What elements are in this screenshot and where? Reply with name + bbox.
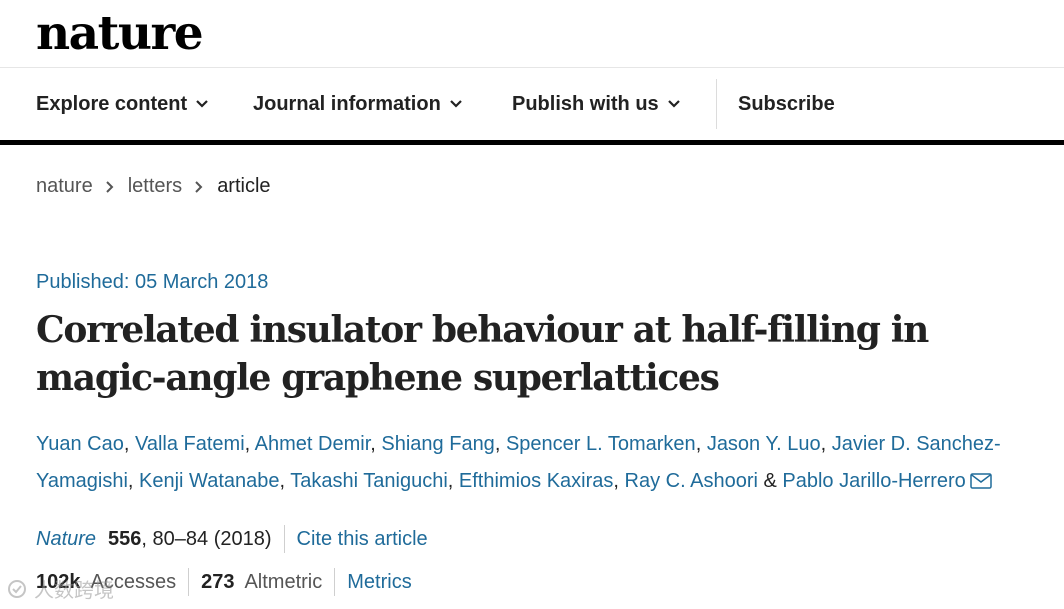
metrics-link[interactable]: Metrics [347, 571, 411, 594]
pages-year: , 80–84 (2018) [141, 527, 272, 550]
email-icon[interactable] [970, 473, 992, 489]
nav-divider [716, 79, 717, 129]
author-separator: & [757, 470, 783, 492]
cite-article-link[interactable]: Cite this article [297, 528, 428, 551]
breadcrumb-letters[interactable]: letters [128, 175, 182, 198]
divider [188, 568, 190, 596]
author-separator: , [370, 433, 382, 455]
author-separator: , [279, 470, 291, 492]
author-separator: , [494, 433, 506, 455]
citation-row: Nature 556 , 80–84 (2018) Cite this arti… [36, 524, 428, 554]
author-link[interactable]: Ray C. Ashoori [625, 470, 758, 492]
author-link[interactable]: Takashi Taniguchi [290, 470, 448, 492]
journal-name[interactable]: Nature [36, 528, 96, 551]
chevron-right-icon [195, 180, 203, 193]
chevron-down-icon [667, 100, 680, 108]
author-link[interactable]: Kenji Watanabe [139, 470, 279, 492]
subscribe-link[interactable]: Subscribe [738, 92, 835, 116]
accesses-label: Accesses [90, 570, 177, 593]
nav-explore-content-label: Explore content [36, 93, 188, 115]
author-link[interactable]: Efthimios Kaxiras [459, 470, 614, 492]
author-link[interactable]: Valla Fatemi [135, 433, 245, 455]
author-separator: , [127, 470, 140, 492]
author-link[interactable]: Shiang Fang [381, 433, 494, 455]
nav-explore-content[interactable]: Explore content [36, 92, 209, 116]
published-date: Published: 05 March 2018 [36, 271, 269, 293]
nav-publish-with-us-label: Publish with us [512, 93, 659, 115]
author-separator: , [820, 433, 832, 455]
nav-bottom-bar [0, 140, 1064, 145]
altmetric-value: 273 [201, 570, 235, 593]
main-nav: Explore content Journal information Publ… [0, 68, 1064, 140]
author-link[interactable]: Yuan Cao [36, 433, 124, 455]
author-separator: , [447, 470, 459, 492]
author-separator: , [244, 433, 255, 455]
breadcrumb-nature[interactable]: nature [36, 175, 93, 198]
divider [283, 525, 285, 553]
nature-logo[interactable]: nature [36, 6, 204, 62]
chevron-down-icon [196, 100, 208, 108]
article-title: Correlated insulator behaviour at half-f… [36, 309, 929, 399]
journal-volume: 556 [108, 527, 142, 550]
author-link[interactable]: Spencer L. Tomarken [506, 433, 696, 455]
author-separator: , [123, 433, 135, 455]
author-link[interactable]: Pablo Jarillo-Herrero [782, 470, 965, 492]
author-separator: , [695, 433, 707, 455]
nav-publish-with-us[interactable]: Publish with us [512, 92, 681, 116]
author-link[interactable]: Ahmet Demir [255, 433, 371, 455]
chevron-right-icon [106, 180, 114, 193]
author-list: Yuan Cao, Valla Fatemi, Ahmet Demir, Shi… [36, 426, 1036, 500]
altmetric-label: Altmetric [244, 570, 323, 593]
accesses-value: 102k [36, 570, 81, 593]
divider [334, 568, 336, 596]
metrics-row: 102k Accesses 273 Altmetric Metrics [36, 567, 412, 597]
breadcrumb-article: article [217, 175, 271, 197]
watermark-logo-icon [8, 579, 26, 598]
nav-journal-information[interactable]: Journal information [253, 92, 463, 116]
chevron-down-icon [450, 100, 462, 108]
author-separator: , [613, 470, 625, 492]
nav-journal-information-label: Journal information [253, 93, 441, 115]
author-link[interactable]: Jason Y. Luo [707, 433, 821, 455]
breadcrumb: nature letters article [36, 175, 271, 198]
